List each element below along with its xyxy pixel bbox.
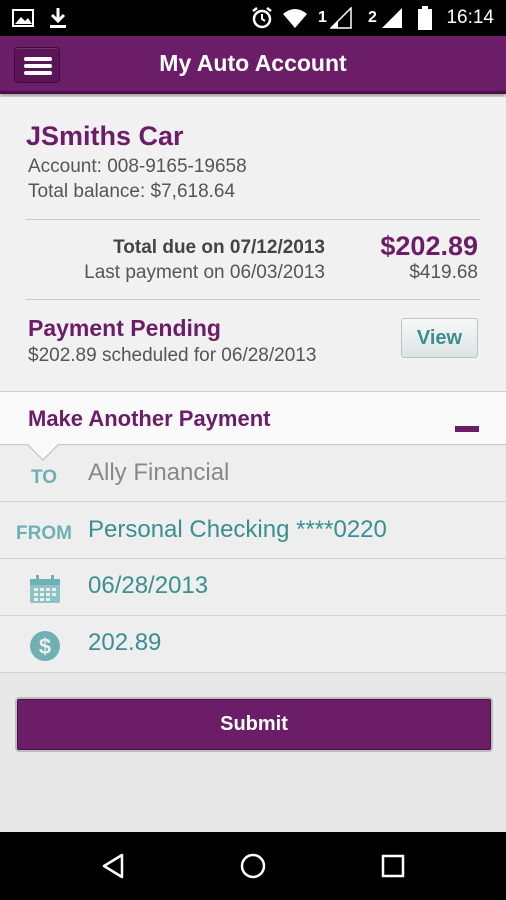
image-icon bbox=[12, 0, 34, 36]
total-balance: Total balance: $7,618.64 bbox=[28, 181, 236, 202]
divider bbox=[26, 299, 480, 300]
date-value: 06/28/2013 bbox=[88, 572, 209, 599]
view-button[interactable]: View bbox=[401, 318, 478, 358]
menu-button[interactable] bbox=[14, 47, 60, 83]
back-icon[interactable] bbox=[73, 832, 153, 900]
svg-text:$: $ bbox=[39, 634, 51, 659]
make-payment-title: Make Another Payment bbox=[28, 406, 271, 431]
wifi-icon bbox=[282, 0, 308, 36]
account-card: JSmiths Car Account: 008-9165-19658 Tota… bbox=[0, 97, 506, 391]
sim2-label: 2 bbox=[368, 9, 377, 26]
sim1-label: 1 bbox=[318, 9, 327, 26]
account-number: Account: 008-9165-19658 bbox=[28, 156, 247, 177]
status-bar: 1 2 16:14 bbox=[0, 0, 506, 36]
amount-row[interactable]: $ 202.89 bbox=[0, 617, 506, 673]
navigation-bar bbox=[0, 832, 506, 900]
payment-pending-detail: $202.89 scheduled for 06/28/2013 bbox=[28, 345, 317, 366]
payment-pending-title: Payment Pending bbox=[28, 315, 221, 341]
page-title: My Auto Account bbox=[159, 50, 347, 76]
amount-value: 202.89 bbox=[88, 629, 162, 656]
to-value: Ally Financial bbox=[88, 459, 230, 486]
dollar-icon: $ bbox=[29, 629, 61, 668]
last-payment-amount: $419.68 bbox=[409, 262, 478, 283]
from-value: Personal Checking ****0220 bbox=[88, 516, 387, 543]
total-due-label: Total due on 07/12/2013 bbox=[113, 237, 325, 258]
make-payment-header[interactable]: Make Another Payment bbox=[0, 391, 506, 445]
to-row[interactable]: TO Ally Financial bbox=[0, 446, 506, 502]
battery-icon bbox=[418, 0, 432, 36]
date-row[interactable]: 06/28/2013 bbox=[0, 560, 506, 616]
minus-icon[interactable] bbox=[455, 426, 479, 432]
header-notch bbox=[28, 444, 58, 459]
app-bar: My Auto Account bbox=[0, 36, 506, 94]
calendar-icon bbox=[29, 574, 61, 609]
last-payment-label: Last payment on 06/03/2013 bbox=[84, 262, 325, 283]
payment-form: TO Ally Financial FROM Personal Checking… bbox=[0, 446, 506, 673]
from-label: FROM bbox=[16, 523, 72, 544]
download-icon bbox=[48, 0, 68, 36]
divider bbox=[26, 219, 480, 220]
to-label: TO bbox=[30, 467, 58, 488]
alarm-icon bbox=[250, 0, 274, 36]
submit-button[interactable]: Submit bbox=[15, 697, 493, 752]
signal-icon bbox=[330, 0, 352, 36]
recents-icon[interactable] bbox=[353, 832, 433, 900]
total-due-amount: $202.89 bbox=[380, 231, 478, 261]
account-name: JSmiths Car bbox=[26, 121, 184, 151]
home-icon[interactable] bbox=[213, 832, 293, 900]
signal-icon bbox=[381, 0, 403, 36]
from-row[interactable]: FROM Personal Checking ****0220 bbox=[0, 503, 506, 559]
status-time: 16:14 bbox=[446, 7, 494, 28]
